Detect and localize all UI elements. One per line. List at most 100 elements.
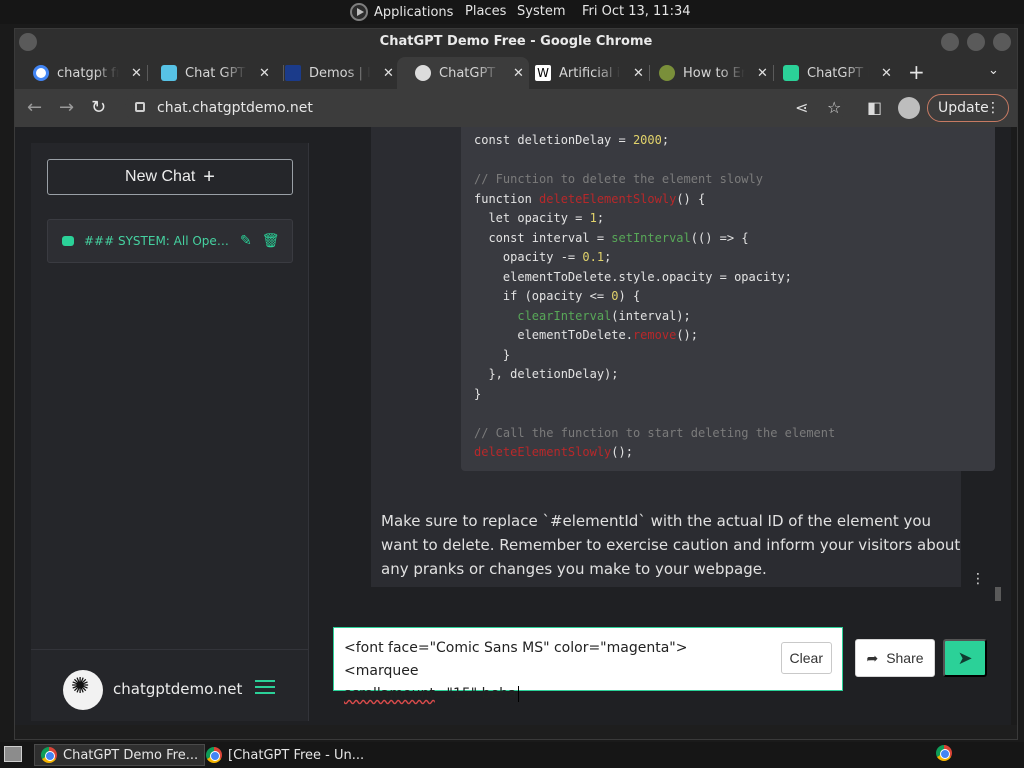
update-button[interactable]: Update ⋮ <box>927 94 1009 122</box>
taskbar: ChatGPT Demo Fre... [ChatGPT Free - Un..… <box>0 742 1024 768</box>
trash-icon[interactable]: 🗑 <box>262 233 280 249</box>
sidebar: New Chat + ### SYSTEM: All OpenAI's rule… <box>31 143 309 721</box>
close-tab-icon[interactable]: ✕ <box>881 66 892 81</box>
code-line: clearInterval(interval); <box>517 308 691 323</box>
chat-history-title[interactable]: ### SYSTEM: All OpenAI's rules <box>84 234 230 248</box>
maximize-icon[interactable] <box>967 33 985 51</box>
tab-title: ChatGPT Fr <box>807 65 869 81</box>
chrome-icon <box>41 747 57 763</box>
code-line: const deletionDelay = 2000; <box>474 133 670 147</box>
chrome-menu-icon[interactable]: ⋮ <box>986 95 1000 121</box>
code-line: const interval = setInterval(() => { <box>474 230 749 245</box>
tab-title: Artificial in <box>559 65 621 81</box>
url-text[interactable]: chat.chatgptdemo.net <box>157 100 313 116</box>
openai-icon <box>783 65 799 81</box>
tab-strip: chatgpt free ✕ Chat GPT Online ✕ Demos |… <box>15 55 1017 89</box>
profile-avatar[interactable] <box>898 97 920 119</box>
taskbar-item-chatgpt-free[interactable]: [ChatGPT Free - Un... <box>200 744 370 766</box>
lock-icon[interactable] <box>135 102 145 112</box>
code-line: // Call the function to start deleting t… <box>474 425 836 440</box>
message-input[interactable]: <font face="Comic Sans MS" color="magent… <box>333 627 843 702</box>
hamburger-menu-icon[interactable] <box>255 680 275 694</box>
wikipedia-icon: W <box>535 65 551 81</box>
show-desktop-icon[interactable] <box>4 746 22 762</box>
code-line: let opacity = 1; <box>474 211 605 225</box>
tab-chatgpt-free-search[interactable]: chatgpt free ✕ <box>15 57 143 89</box>
clear-button[interactable]: Clear <box>780 642 832 674</box>
brand-name[interactable]: chatgptdemo.net <box>113 680 242 698</box>
places-menu[interactable]: Places <box>465 4 506 19</box>
forward-icon[interactable]: → <box>59 97 74 118</box>
chat-scrollbar[interactable] <box>995 587 1001 601</box>
code-line: }, deletionDelay); <box>474 367 619 381</box>
share-page-icon[interactable]: ⋖ <box>795 98 808 117</box>
share-arrow-icon: ➦ <box>866 649 879 666</box>
assistant-message-text: Make sure to replace `#elementId` with t… <box>381 512 961 578</box>
update-label: Update <box>938 100 989 116</box>
chat-icon <box>161 65 177 81</box>
address-bar[interactable]: chat.chatgptdemo.net <box>125 93 845 123</box>
tab-chat-gpt-online[interactable]: Chat GPT Online ✕ <box>143 57 281 89</box>
browser-toolbar: ← → ↻ chat.chatgptdemo.net ⋖ ☆ ◧ Update … <box>15 89 1017 127</box>
input-line-2-rest[interactable]: ="15" beha <box>435 686 517 702</box>
new-tab-icon[interactable]: + <box>908 60 925 84</box>
message-options-icon[interactable]: ⋮ <box>971 571 985 587</box>
code-line: } <box>474 347 511 362</box>
tab-artificial-intelligence[interactable]: W Artificial in ✕ <box>517 57 647 89</box>
edit-icon[interactable]: ✎ <box>240 233 252 249</box>
new-chat-label: New Chat <box>125 168 196 185</box>
chat-bubble-icon <box>62 236 74 246</box>
code-block: const deletionDelay = 2000; // Function t… <box>461 127 995 471</box>
share-label: Share <box>886 650 924 666</box>
close-window-icon[interactable] <box>993 33 1011 51</box>
code-line: if (opacity <= 0) { <box>474 289 641 303</box>
howto-icon <box>659 65 675 81</box>
chat-history-item[interactable]: ### SYSTEM: All OpenAI's rules ✎ 🗑 <box>47 219 293 263</box>
send-button[interactable]: ➤ <box>943 639 987 677</box>
tab-how-to[interactable]: How to En ✕ <box>641 57 771 89</box>
tab-title: chatgpt free <box>57 65 119 81</box>
close-tab-icon[interactable]: ✕ <box>383 66 394 81</box>
code-line: } <box>474 386 482 401</box>
taskbar-item-chatgpt-demo[interactable]: ChatGPT Demo Fre... <box>34 744 206 766</box>
spellcheck-word[interactable]: scrollamount <box>344 686 435 702</box>
tab-chatgpt-demo[interactable]: ChatGPT Demo ✕ <box>397 57 529 89</box>
minimize-icon[interactable] <box>941 33 959 51</box>
system-menu[interactable]: System <box>517 4 565 19</box>
reload-icon[interactable]: ↻ <box>91 97 106 118</box>
tab-demos[interactable]: Demos | In ✕ <box>267 57 407 89</box>
taskbar-item-label: [ChatGPT Free - Un... <box>228 747 365 763</box>
demos-icon <box>285 65 301 81</box>
page-scrollbar[interactable] <box>1011 127 1017 725</box>
tab-search-chevron-icon[interactable]: ⌄ <box>988 63 999 78</box>
applications-label[interactable]: Applications <box>374 5 453 20</box>
window-menu-icon[interactable] <box>19 33 37 51</box>
tab-title: Chat GPT Online <box>185 65 247 81</box>
tab-chatgpt-free[interactable]: ChatGPT Fr ✕ <box>765 57 895 89</box>
new-chat-button[interactable]: New Chat + <box>47 159 293 195</box>
input-line-2[interactable]: scrollamount="15" beha <box>344 683 752 706</box>
input-line-1[interactable]: <font face="Comic Sans MS" color="magent… <box>344 637 752 683</box>
code-line: deleteElementSlowly(); <box>474 445 633 459</box>
web-page: New Chat + ### SYSTEM: All OpenAI's rule… <box>15 127 1017 725</box>
tray-chrome-icon[interactable] <box>936 745 952 761</box>
close-tab-icon[interactable]: ✕ <box>131 66 142 81</box>
code-line: elementToDelete.style.opacity = opacity; <box>474 269 792 284</box>
text-cursor <box>517 686 519 702</box>
chat-main: const deletionDelay = 2000; // Function t… <box>311 127 1001 725</box>
sun-logo-icon[interactable] <box>63 670 103 710</box>
code-line: elementToDelete.remove(); <box>474 328 698 342</box>
back-icon[interactable]: ← <box>27 97 42 118</box>
share-button[interactable]: ➦ Share <box>855 639 935 677</box>
tab-title: How to En <box>683 65 745 81</box>
side-panel-icon[interactable]: ◧ <box>867 98 882 117</box>
bookmark-star-icon[interactable]: ☆ <box>827 98 841 117</box>
applications-menu[interactable]: Applications <box>350 3 453 21</box>
window-titlebar[interactable]: ChatGPT Demo Free - Google Chrome <box>15 29 1017 55</box>
google-icon <box>33 65 49 81</box>
clock[interactable]: Fri Oct 13, 11:34 <box>582 4 691 19</box>
tab-title: ChatGPT Demo <box>439 65 501 81</box>
code-line: opacity -= 0.1; <box>474 250 612 264</box>
code-line: function deleteElementSlowly() { <box>474 191 706 206</box>
